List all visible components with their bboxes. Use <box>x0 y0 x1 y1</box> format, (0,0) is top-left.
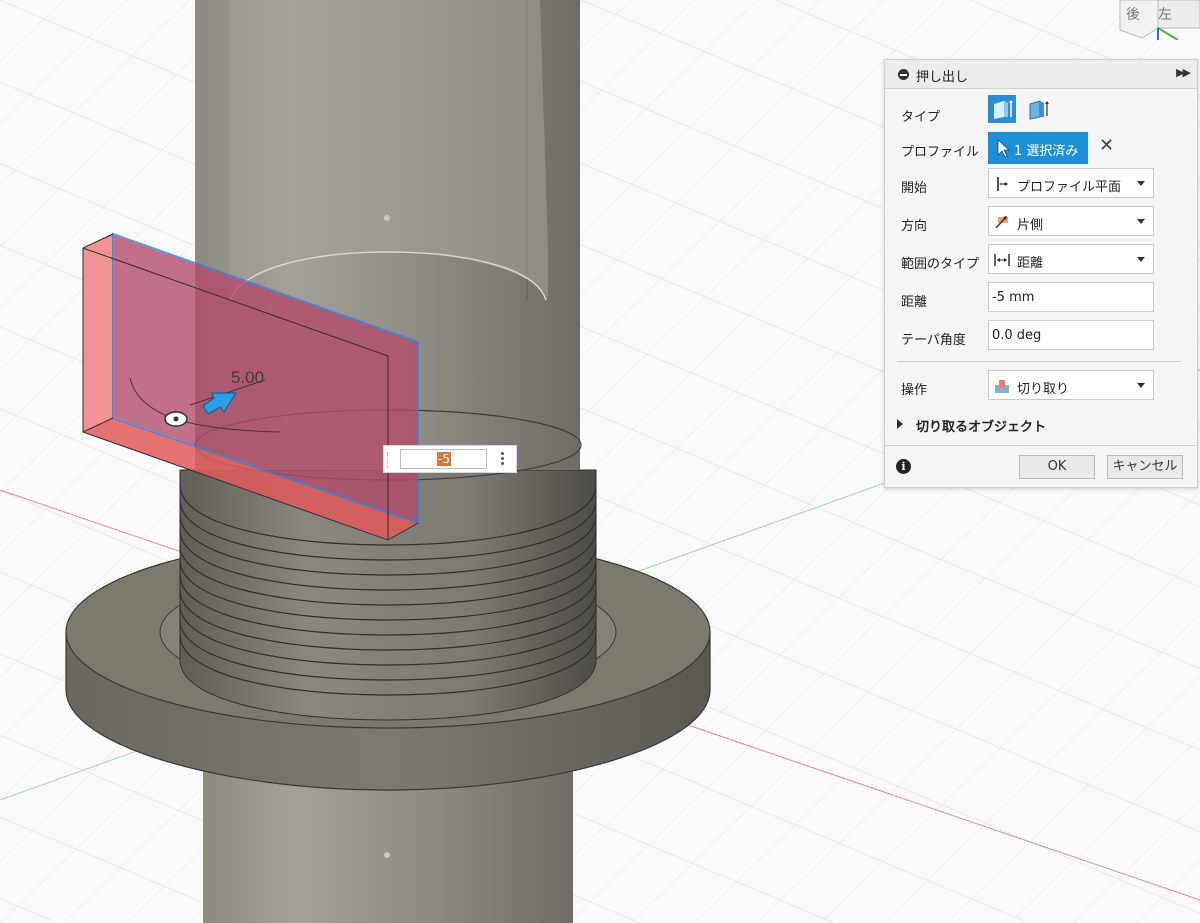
direction-value: 片側 <box>1017 218 1044 233</box>
direction-row: 方向 片側 <box>885 205 1197 239</box>
surface-extrude-icon[interactable] <box>1027 97 1051 121</box>
start-value: プロファイル平面 <box>1017 180 1122 195</box>
chevron-down-icon <box>1137 383 1145 388</box>
viewport-distance-field[interactable]: -5 <box>400 449 487 469</box>
distance-row: 距離 -5 mm <box>885 281 1197 315</box>
view-cube[interactable]: 後 左 <box>1116 0 1200 41</box>
viewport-distance-value: -5 <box>437 452 451 466</box>
taper-row: テーパ角度 0.0 deg <box>885 319 1197 353</box>
surface-icon-shape <box>1029 100 1049 120</box>
cut-operation-icon <box>995 380 1009 393</box>
operation-dropdown[interactable]: 切り取り <box>988 370 1154 400</box>
operation-row: 操作 切り取り <box>885 369 1197 403</box>
collapse-icon[interactable] <box>898 69 909 80</box>
chevron-down-icon <box>1137 181 1145 186</box>
dialog-footer: i OK キャンセル <box>885 445 1197 488</box>
profile-selection-button[interactable]: 1 選択済み <box>988 132 1088 164</box>
drag-grip[interactable] <box>387 452 391 468</box>
lower-pipe-center-point <box>384 852 390 858</box>
objects-to-cut-label: 切り取るオブジェクト <box>916 420 1047 435</box>
profile-label: プロファイル <box>901 145 980 160</box>
profile-plane-icon <box>997 177 1008 191</box>
profile-selected-text: 1 選択済み <box>1014 144 1079 159</box>
cut-profile-side <box>83 234 113 432</box>
operation-label: 操作 <box>901 383 928 398</box>
upper-pipe-center-point <box>384 215 390 221</box>
dialog-header: 押し出し ▶▶ <box>885 60 1197 89</box>
chevron-down-icon <box>1137 219 1145 224</box>
solid-icon-shape <box>994 100 1013 119</box>
distance-label: 距離 <box>901 295 928 310</box>
start-dropdown[interactable]: プロファイル平面 <box>988 168 1154 198</box>
more-options-icon[interactable] <box>501 450 505 468</box>
expand-icon[interactable]: ▶▶ <box>1176 66 1191 79</box>
profile-row: プロファイル 1 選択済み ✕ <box>885 131 1197 165</box>
direction-label: 方向 <box>901 219 928 234</box>
info-icon[interactable]: i <box>896 459 911 474</box>
solid-extrude-icon[interactable] <box>988 95 1016 123</box>
manipulator-origin-dot <box>173 416 179 422</box>
ok-button[interactable]: OK <box>1019 455 1095 479</box>
viewport-distance-input-box: -5 <box>383 445 517 473</box>
taper-angle-input[interactable]: 0.0 deg <box>988 320 1154 350</box>
objects-to-cut-section[interactable]: 切り取るオブジェクト <box>885 414 1197 436</box>
extent-type-dropdown[interactable]: 距離 <box>988 244 1154 274</box>
dialog-title: 押し出し <box>916 70 969 85</box>
chevron-down-icon <box>1137 257 1145 262</box>
dimension-label: 5.00 <box>231 368 264 387</box>
cursor-icon <box>997 139 1011 158</box>
operation-value: 切り取り <box>1017 382 1070 397</box>
extent-type-value: 距離 <box>1017 256 1044 271</box>
cancel-button[interactable]: キャンセル <box>1107 455 1183 479</box>
extent-type-label: 範囲のタイプ <box>901 257 980 272</box>
viewcube-left-face-label: 左 <box>1158 7 1172 23</box>
taper-label: テーパ角度 <box>901 333 966 348</box>
distance-input[interactable]: -5 mm <box>988 282 1154 312</box>
extrude-dialog: 押し出し ▶▶ タイプ プロファイル 1 選択済み ✕ 開始 プロファイル平面 … <box>884 59 1198 488</box>
section-divider <box>897 361 1181 362</box>
one-side-icon <box>995 216 1008 229</box>
expand-triangle-icon <box>897 419 903 429</box>
viewcube-back-face-label: 後 <box>1126 7 1140 23</box>
extent-type-row: 範囲のタイプ 距離 <box>885 243 1197 277</box>
start-row: 開始 プロファイル平面 <box>885 167 1197 201</box>
clear-selection-icon[interactable]: ✕ <box>1099 135 1114 156</box>
type-row: タイプ <box>885 95 1197 130</box>
start-label: 開始 <box>901 181 928 196</box>
distance-extent-icon <box>994 254 1010 266</box>
direction-dropdown[interactable]: 片側 <box>988 206 1154 236</box>
type-label: タイプ <box>901 110 941 125</box>
